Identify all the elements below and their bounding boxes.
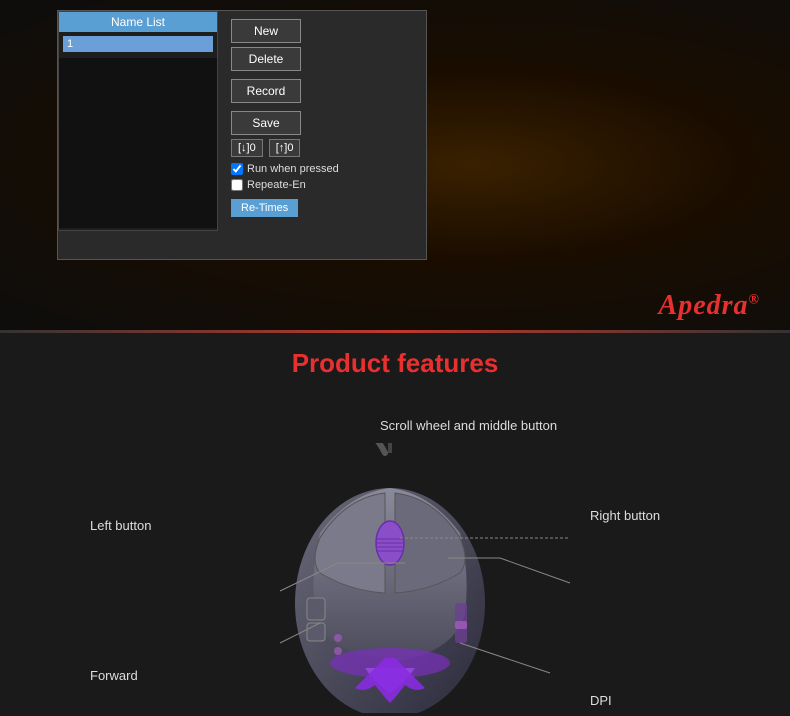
dpi-label: DPI <box>590 693 612 708</box>
repeat-en-row: Repeate-En <box>231 179 418 191</box>
save-button[interactable]: Save <box>231 111 301 135</box>
left-button-label: Left button <box>90 518 151 533</box>
name-list-header: Name List <box>59 12 217 32</box>
right-button-label: Right button <box>590 508 660 523</box>
run-when-pressed-checkbox[interactable] <box>231 163 243 175</box>
repeat-en-label: Repeate-En <box>247 179 306 191</box>
run-when-pressed-row: Run when pressed <box>231 163 418 175</box>
repeat-en-checkbox[interactable] <box>231 179 243 191</box>
brand-name: Apedra® <box>659 290 760 321</box>
controls-panel: New Delete Record Save [↓]0 [↑]0 Run whe… <box>223 11 426 225</box>
name-list-area <box>59 58 217 228</box>
scroll-wheel-label: Scroll wheel and middle button <box>380 418 557 433</box>
counter-row: [↓]0 [↑]0 <box>231 139 418 157</box>
macro-dialog: Name List New Delete Record Save [↓]0 [↑… <box>57 10 427 260</box>
forward-label: Forward <box>90 668 138 683</box>
name-list-input[interactable] <box>63 36 213 52</box>
record-section: Record <box>231 79 418 103</box>
features-title: Product features <box>0 333 790 389</box>
features-section: Product features Scroll wheel and middle… <box>0 333 790 716</box>
counter-down-button[interactable]: [↓]0 <box>231 139 263 157</box>
new-button[interactable]: New <box>231 19 301 43</box>
record-button[interactable]: Record <box>231 79 301 103</box>
top-section: Name List New Delete Record Save [↓]0 [↑… <box>0 0 790 330</box>
retimes-button[interactable]: Re-Times <box>231 199 298 217</box>
mouse-illustration <box>190 443 590 713</box>
run-when-pressed-label: Run when pressed <box>247 163 339 175</box>
counter-up-button[interactable]: [↑]0 <box>269 139 301 157</box>
name-list-panel: Name List <box>58 11 218 231</box>
delete-button[interactable]: Delete <box>231 47 301 71</box>
brand-section: Apedra® <box>659 290 760 322</box>
